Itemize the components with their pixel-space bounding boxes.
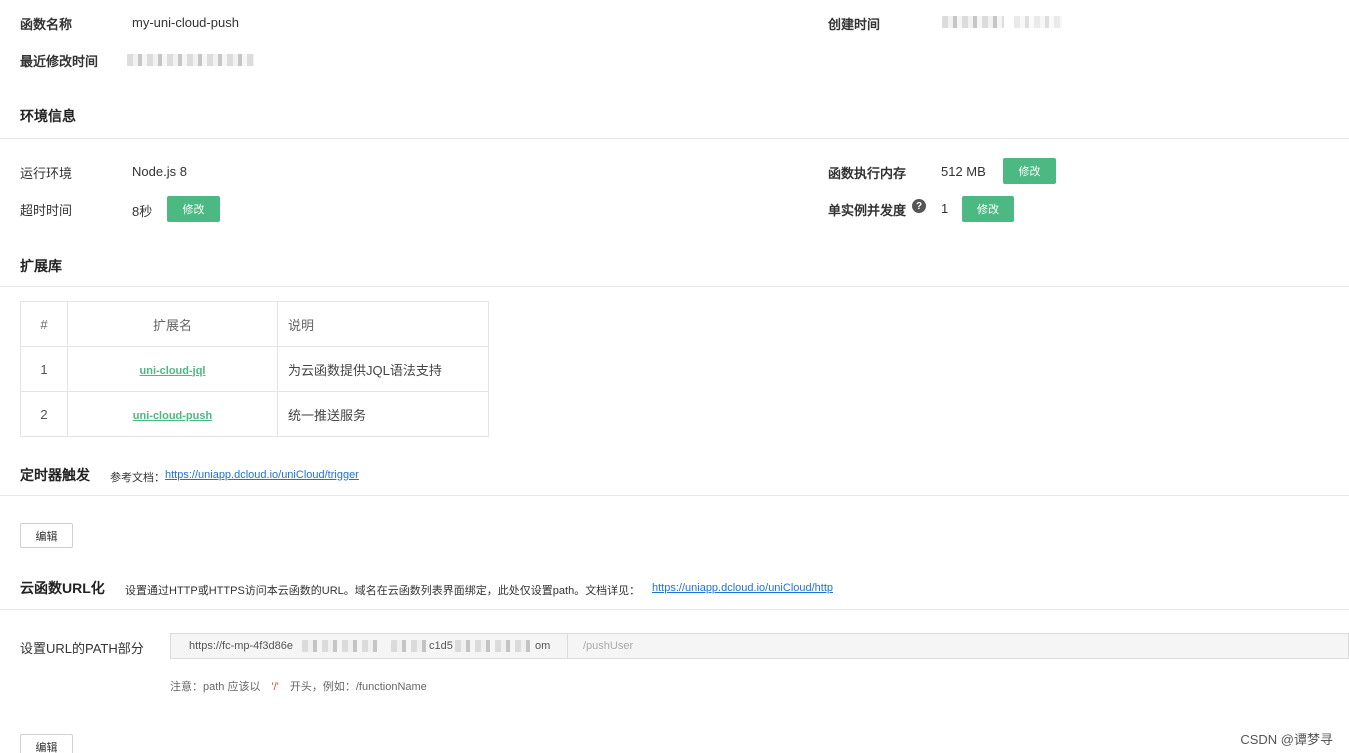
row-desc: 统一推送服务 (277, 391, 489, 437)
url-note-prefix: 注意：path 应该以 (170, 681, 261, 693)
url-redacted-2 (391, 640, 427, 652)
runtime-value: Node.js 8 (132, 164, 187, 179)
ext-link-jql[interactable]: uni-cloud-jql (140, 365, 206, 377)
help-icon[interactable]: ? (912, 199, 926, 213)
memory-edit-button[interactable]: 修改 (1003, 158, 1056, 184)
url-path-label: 设置URL的PATH部分 (20, 641, 144, 656)
created-time-redacted-2 (1014, 16, 1062, 28)
timeout-edit-button[interactable]: 修改 (167, 196, 220, 222)
func-name-value: my-uni-cloud-push (132, 15, 239, 30)
url-edit-button[interactable]: 编辑 (20, 734, 73, 753)
watermark: CSDN @谭梦寻 (1240, 732, 1333, 747)
concurrency-edit-button[interactable]: 修改 (962, 196, 1014, 222)
modified-time-redacted (127, 54, 254, 66)
row-index: 2 (20, 391, 68, 437)
timeout-label: 超时时间 (20, 203, 73, 218)
timer-divider (0, 495, 1349, 496)
url-prefix: https://fc-mp-4f3d86e c1d5 om (171, 634, 568, 658)
header-ext-name: 扩展名 (67, 301, 278, 347)
url-desc: 设置通过HTTP或HTTPS访问本云函数的URL。域名在云函数列表界面绑定，此处… (125, 585, 641, 597)
extensions-table: # 扩展名 说明 1 uni-cloud-jql 为云函数提供JQL语法支持 2… (20, 301, 489, 437)
url-prefix-start: https://fc-mp-4f3d86e (189, 640, 293, 652)
modified-time-label: 最近修改时间 (20, 54, 99, 69)
memory-value: 512 MB (941, 164, 986, 179)
concurrency-value: 1 (941, 201, 949, 216)
url-prefix-mid: c1d5 (429, 640, 453, 652)
url-note-suffix: 开头，例如：/functionName (289, 681, 427, 693)
timeout-value: 8秒 (132, 204, 153, 219)
extensions-divider (0, 286, 1349, 287)
runtime-label: 运行环境 (20, 166, 73, 181)
func-name-label: 函数名称 (20, 17, 73, 32)
memory-label: 函数执行内存 (828, 166, 907, 181)
ext-link-push[interactable]: uni-cloud-push (133, 410, 212, 422)
header-index: # (20, 301, 68, 347)
concurrency-label: 单实例并发度 (828, 203, 907, 218)
timer-doc-link[interactable]: https://uniapp.dcloud.io/uniCloud/trigge… (165, 469, 359, 481)
timer-edit-button[interactable]: 编辑 (20, 523, 73, 548)
header-ext-desc: 说明 (277, 301, 489, 347)
url-redacted-1 (302, 640, 382, 652)
table-header-row: # 扩展名 说明 (20, 301, 489, 347)
url-section-title: 云函数URL化 (20, 580, 105, 596)
row-index: 1 (20, 346, 68, 392)
timer-section-title: 定时器触发 (20, 467, 90, 483)
timer-ref-label: 参考文档： (110, 472, 165, 484)
url-prefix-end: om (535, 640, 551, 652)
table-row: 1 uni-cloud-jql 为云函数提供JQL语法支持 (20, 346, 489, 392)
row-desc: 为云函数提供JQL语法支持 (277, 346, 489, 392)
url-note: 注意：path 应该以 '/' 开头，例如：/functionName (170, 678, 427, 694)
created-time-label: 创建时间 (828, 17, 881, 32)
url-path-input-group[interactable]: https://fc-mp-4f3d86e c1d5 om /pushUser (170, 633, 1349, 659)
table-row: 2 uni-cloud-push 统一推送服务 (20, 391, 489, 437)
created-time-redacted (942, 16, 1004, 28)
extensions-section-title: 扩展库 (20, 258, 62, 274)
url-path-input[interactable]: /pushUser (583, 634, 633, 658)
url-redacted-3 (455, 640, 535, 652)
env-section-title: 环境信息 (20, 108, 76, 124)
url-doc-link[interactable]: https://uniapp.dcloud.io/uniCloud/http (652, 582, 833, 594)
env-divider (0, 138, 1349, 139)
url-note-slash: '/' (271, 681, 279, 693)
url-divider (0, 609, 1349, 610)
